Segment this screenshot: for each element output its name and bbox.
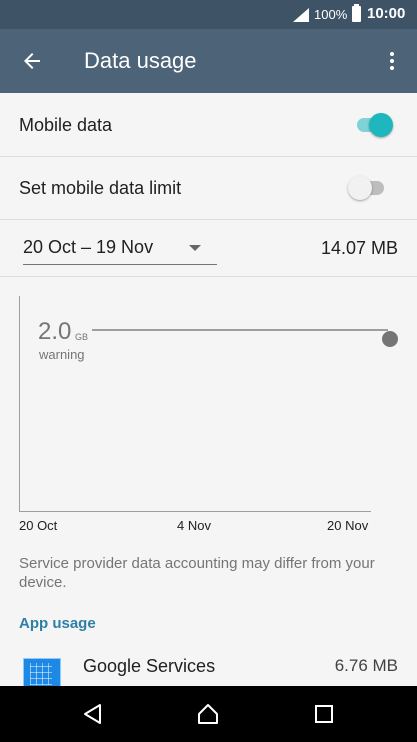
chart-x-axis (19, 511, 371, 512)
x-tick-middle: 4 Nov (177, 518, 211, 533)
dropdown-arrow-icon (189, 245, 201, 251)
divider (0, 219, 417, 220)
data-limit-toggle[interactable] (348, 176, 386, 200)
toggle-thumb (369, 113, 393, 137)
data-limit-row[interactable]: Set mobile data limit (0, 157, 417, 219)
battery-percent: 100% (314, 7, 348, 22)
billing-cycle-dropdown[interactable]: 20 Oct – 19 Nov (23, 235, 217, 265)
billing-cycle-value: 20 Oct – 19 Nov (23, 237, 154, 257)
page-title: Data usage (84, 48, 197, 73)
signal-icon (293, 8, 309, 22)
x-tick-end: 20 Nov (327, 518, 369, 533)
chart-y-axis (19, 296, 20, 512)
mobile-data-row[interactable]: Mobile data (0, 93, 417, 156)
total-usage: 14.07 MB (320, 238, 398, 258)
divider (0, 276, 417, 277)
mobile-data-toggle[interactable] (355, 113, 393, 137)
status-bar: 100% 10:00 (0, 0, 417, 29)
app-usage-heading: App usage (19, 615, 96, 632)
x-tick-start: 20 Oct (19, 518, 58, 533)
mobile-data-label: Mobile data (19, 115, 113, 135)
data-limit-label: Set mobile data limit (19, 178, 182, 198)
overflow-menu-icon[interactable] (380, 49, 404, 73)
navigation-bar (0, 686, 417, 742)
app-usage-item[interactable]: Google Services 6.76 MB (0, 650, 417, 688)
warning-drag-handle[interactable] (382, 331, 398, 347)
back-arrow-icon[interactable] (20, 49, 44, 73)
back-triangle-icon[interactable] (81, 702, 105, 726)
google-services-icon (23, 658, 61, 688)
toggle-thumb (348, 176, 372, 200)
warning-line (92, 329, 388, 331)
accounting-note: Service provider data accounting may dif… (19, 555, 375, 591)
home-circle-icon[interactable] (196, 702, 220, 726)
warning-unit: GB (75, 332, 89, 342)
app-bar: Data usage (0, 29, 417, 93)
warning-label: warning (39, 347, 85, 362)
app-usage-size: 6.76 MB (334, 656, 398, 675)
recents-square-icon[interactable] (312, 702, 336, 726)
app-name: Google Services (83, 656, 216, 676)
battery-icon (352, 4, 361, 22)
warning-value: 2.0 (38, 318, 72, 345)
status-clock: 10:00 (367, 5, 406, 22)
